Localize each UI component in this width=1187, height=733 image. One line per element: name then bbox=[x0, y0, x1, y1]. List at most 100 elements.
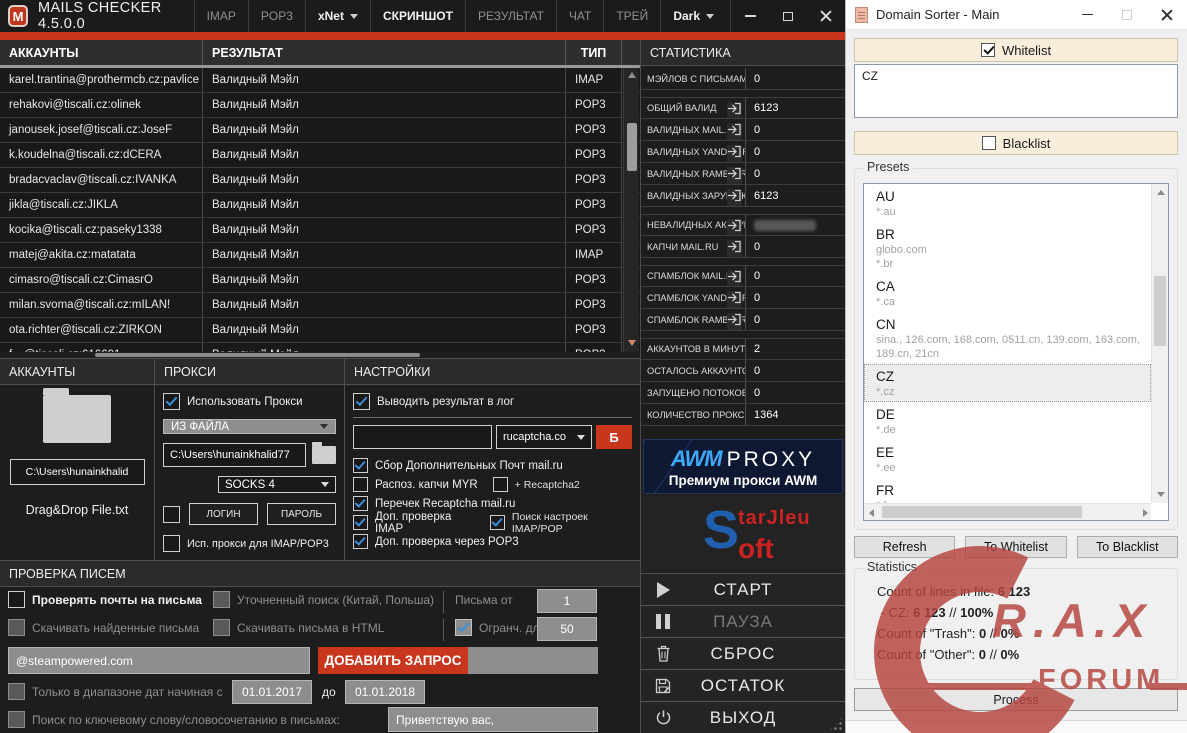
pop3-limit-checkbox[interactable] bbox=[455, 619, 472, 636]
add-query-button[interactable]: ДОБАВИТЬ ЗАПРОС bbox=[318, 647, 468, 674]
export-arrow-icon[interactable] bbox=[727, 145, 742, 162]
table-row[interactable]: ota.richter@tiscali.cz:ZIRKON Валидный М… bbox=[0, 318, 640, 343]
menu-item[interactable]: РЕЗУЛЬТАТ bbox=[465, 0, 556, 32]
date-from-input[interactable]: 01.01.2017 bbox=[232, 680, 312, 704]
proxy-source-select[interactable]: ИЗ ФАЙЛА bbox=[163, 419, 336, 434]
menu-item[interactable]: IMAP bbox=[194, 0, 248, 32]
table-row[interactable]: rehakovi@tiscali.cz:olinek Валидный Мэйл… bbox=[0, 93, 640, 118]
start-button[interactable]: СТАРТ bbox=[641, 574, 845, 606]
proxy-file-path-input[interactable]: C:\Users\hunainkhalid77 bbox=[163, 443, 306, 467]
export-arrow-icon[interactable] bbox=[727, 102, 742, 118]
log-output-checkbox[interactable] bbox=[353, 393, 370, 410]
date-to-input[interactable]: 01.01.2018 bbox=[345, 680, 425, 704]
check-mail-checkbox[interactable] bbox=[8, 591, 25, 608]
export-arrow-icon[interactable] bbox=[727, 219, 742, 235]
whitelist-textarea[interactable]: CZ bbox=[854, 64, 1178, 118]
table-row[interactable]: karel.trantina@prothermcb.cz:pavlice Вал… bbox=[0, 68, 640, 93]
scrollbar-thumb[interactable] bbox=[1154, 276, 1166, 346]
proxy-for-imap-pop3-checkbox[interactable] bbox=[163, 535, 180, 552]
whitelist-checkbox[interactable] bbox=[981, 43, 995, 57]
settings-option-checkbox[interactable] bbox=[353, 496, 368, 511]
column-header-type[interactable]: ТИП bbox=[566, 40, 622, 65]
scroll-up-icon[interactable] bbox=[628, 72, 636, 78]
table-row[interactable]: k.koudelna@tiscali.cz:dCERA Валидный Мэй… bbox=[0, 143, 640, 168]
captcha-key-input[interactable] bbox=[353, 425, 492, 449]
folder-icon[interactable] bbox=[43, 395, 111, 443]
letters-from-input[interactable]: 1 bbox=[537, 589, 597, 613]
table-row[interactable]: f…@tiscali.cz:616601 Валидный Мэйл POP3 bbox=[0, 343, 640, 352]
settings-option-checkbox[interactable] bbox=[353, 515, 368, 530]
reset-button[interactable]: СБРОС bbox=[641, 638, 845, 670]
table-vertical-scrollbar[interactable] bbox=[623, 68, 639, 352]
pause-button[interactable]: ПАУЗА bbox=[641, 606, 845, 638]
folder-icon[interactable] bbox=[312, 446, 336, 464]
to-whitelist-button[interactable]: To Whitelist bbox=[965, 536, 1066, 558]
remainder-button[interactable]: ОСТАТОК bbox=[641, 670, 845, 702]
resize-grip[interactable] bbox=[829, 717, 843, 731]
settings-option-extra-checkbox[interactable] bbox=[490, 515, 505, 530]
menu-item[interactable]: ЧАТ bbox=[556, 0, 603, 32]
presets-horizontal-scrollbar[interactable] bbox=[864, 503, 1151, 520]
scrollbar-thumb[interactable] bbox=[627, 123, 637, 171]
preset-item[interactable]: CZ *.cz bbox=[864, 364, 1151, 402]
scroll-down-icon[interactable] bbox=[1157, 492, 1165, 497]
column-header-result[interactable]: РЕЗУЛЬТАТ bbox=[203, 40, 566, 65]
date-range-checkbox[interactable] bbox=[8, 683, 25, 700]
close-button[interactable] bbox=[807, 0, 845, 32]
awm-proxy-banner[interactable]: AWM PROXY Премиум прокси AWM bbox=[643, 439, 843, 494]
column-header-accounts[interactable]: АККАУНТЫ bbox=[0, 40, 203, 65]
password-button[interactable]: ПАРОЛЬ bbox=[267, 503, 336, 525]
minimize-button[interactable] bbox=[1067, 0, 1107, 29]
login-button[interactable]: ЛОГИН bbox=[189, 503, 258, 525]
use-proxy-checkbox[interactable] bbox=[163, 393, 180, 410]
to-blacklist-button[interactable]: To Blacklist bbox=[1077, 536, 1178, 558]
balance-button[interactable]: Б bbox=[596, 425, 632, 449]
query-input[interactable]: @steampowered.com bbox=[8, 647, 310, 674]
scrollbar-thumb[interactable] bbox=[95, 353, 420, 357]
download-found-checkbox[interactable] bbox=[8, 619, 25, 636]
menu-item[interactable]: СКРИНШОТ bbox=[370, 0, 465, 32]
scroll-down-icon[interactable] bbox=[628, 340, 636, 346]
scroll-left-icon[interactable] bbox=[869, 509, 874, 517]
menu-item[interactable]: ТРЕЙ bbox=[603, 0, 660, 32]
settings-option-checkbox[interactable] bbox=[353, 477, 368, 492]
accounts-file-path[interactable]: C:\Users\hunainkhalid bbox=[10, 459, 145, 485]
scroll-up-icon[interactable] bbox=[1157, 190, 1165, 195]
export-arrow-icon[interactable] bbox=[727, 167, 742, 184]
keyword-input[interactable]: Приветствую вас, bbox=[388, 707, 598, 732]
captcha-service-select[interactable]: rucaptcha.co bbox=[496, 425, 592, 449]
table-row[interactable]: kocika@tiscali.cz:paseky1338 Валидный Мэ… bbox=[0, 218, 640, 243]
scroll-right-icon[interactable] bbox=[1143, 509, 1148, 517]
export-arrow-icon[interactable] bbox=[727, 270, 742, 286]
export-arrow-icon[interactable] bbox=[727, 313, 742, 330]
maximize-button[interactable] bbox=[1107, 0, 1147, 29]
process-button[interactable]: Process bbox=[854, 688, 1178, 711]
presets-vertical-scrollbar[interactable] bbox=[1151, 184, 1168, 503]
export-arrow-icon[interactable] bbox=[727, 240, 742, 257]
table-row[interactable]: matej@akita.cz:matatata Валидный Мэйл IM… bbox=[0, 243, 640, 268]
preset-item[interactable]: EE *.ee bbox=[864, 440, 1151, 478]
table-row[interactable]: milan.svoma@tiscali.cz:mILAN! Валидный М… bbox=[0, 293, 640, 318]
close-button[interactable] bbox=[1147, 0, 1187, 29]
pop3-limit-input[interactable]: 50 bbox=[537, 617, 597, 641]
export-arrow-icon[interactable] bbox=[727, 123, 742, 140]
blacklist-checkbox[interactable] bbox=[982, 136, 996, 150]
settings-option-extra-checkbox[interactable] bbox=[493, 477, 508, 492]
menu-item[interactable]: Dark bbox=[660, 0, 726, 32]
proxy-auth-checkbox[interactable] bbox=[163, 506, 180, 523]
export-arrow-icon[interactable] bbox=[727, 189, 742, 206]
proxy-type-select[interactable]: SOCKS 4 bbox=[218, 476, 336, 493]
scrollbar-thumb[interactable] bbox=[882, 506, 1082, 518]
minimize-button[interactable] bbox=[731, 0, 769, 32]
maximize-button[interactable] bbox=[769, 0, 807, 32]
menu-item[interactable]: xNet bbox=[305, 0, 370, 32]
preset-item[interactable]: BR globo.com *.br bbox=[864, 222, 1151, 274]
table-row[interactable]: janousek.josef@tiscali.cz:JoseF Валидный… bbox=[0, 118, 640, 143]
preset-item[interactable]: DE *.de bbox=[864, 402, 1151, 440]
download-html-checkbox[interactable] bbox=[213, 619, 230, 636]
settings-option-checkbox[interactable] bbox=[353, 534, 368, 549]
export-arrow-icon[interactable] bbox=[727, 291, 742, 308]
exit-button[interactable]: ВЫХОД bbox=[641, 702, 845, 733]
preset-item[interactable]: CN sina., 126.com, 168.com, 0511.cn, 139… bbox=[864, 312, 1151, 364]
refined-search-checkbox[interactable] bbox=[213, 591, 230, 608]
